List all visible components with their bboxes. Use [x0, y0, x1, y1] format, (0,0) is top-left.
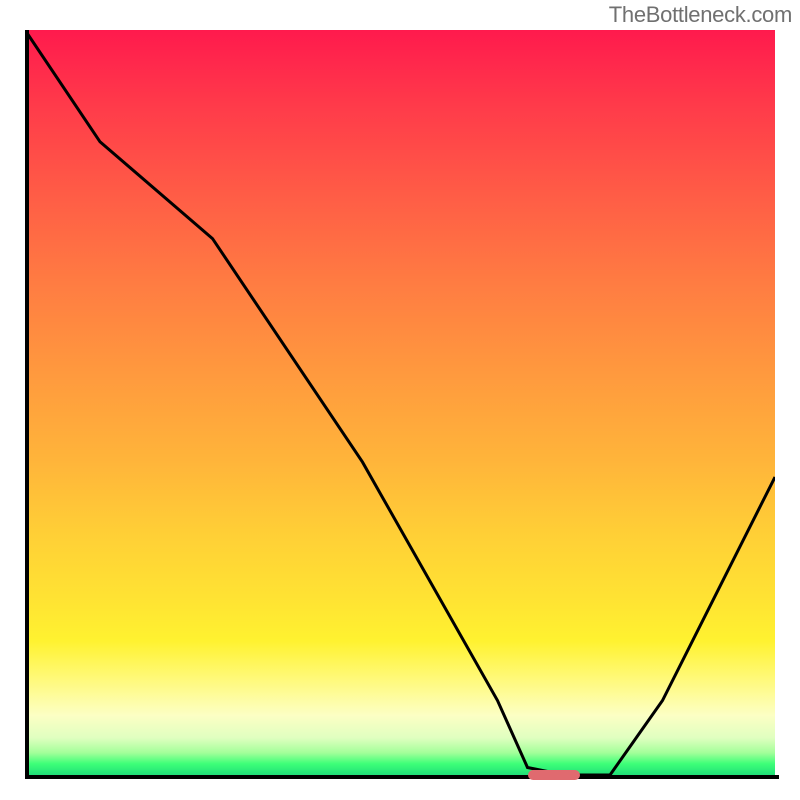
bottleneck-chart: TheBottleneck.com	[0, 0, 800, 800]
plot-gradient-area	[25, 30, 775, 775]
watermark-text: TheBottleneck.com	[609, 2, 792, 28]
y-axis	[25, 30, 29, 779]
x-axis	[25, 775, 779, 779]
optimal-range-marker	[528, 770, 581, 780]
